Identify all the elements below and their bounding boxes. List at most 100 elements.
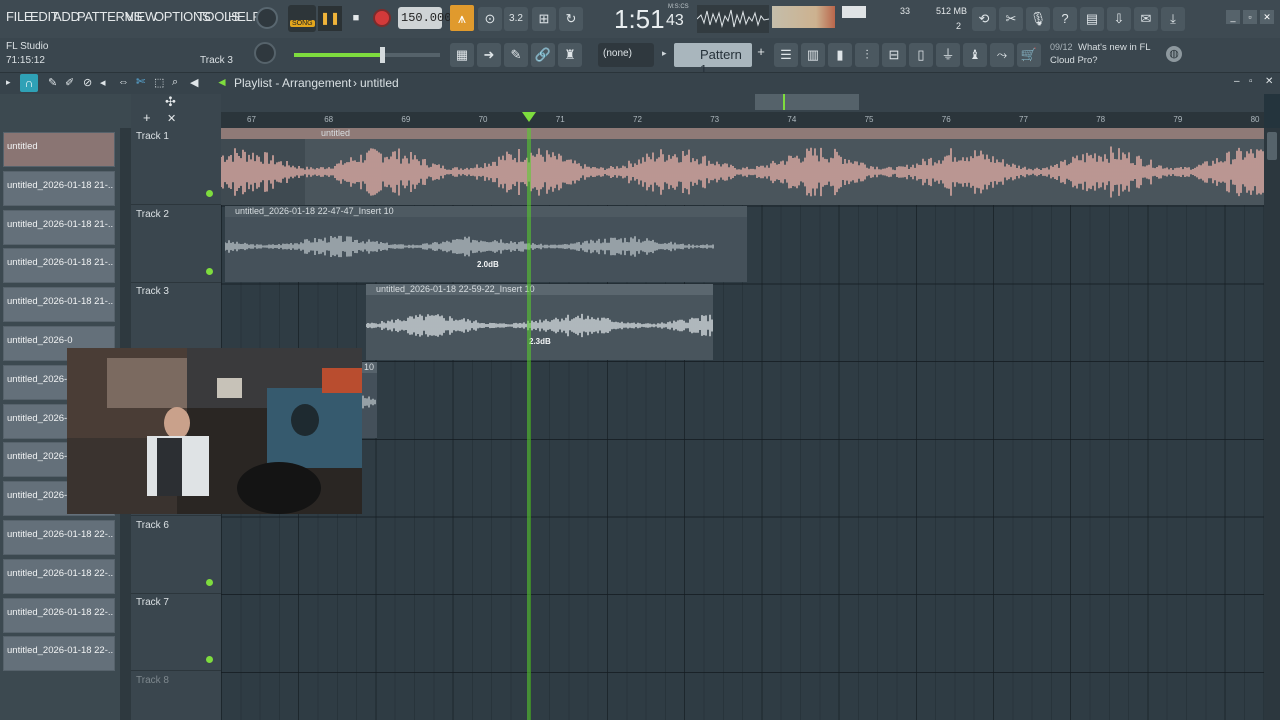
wait-input-icon[interactable]: ⊙ (478, 7, 502, 31)
audio-clip[interactable]: untitled_2026-01-18 22-59-22_Insert 10 2… (366, 284, 713, 360)
clip-browser-item[interactable]: untitled_2026-01-18 22-... (3, 636, 115, 672)
plug-icon[interactable]: ⏚ (936, 43, 960, 67)
playlist-close-button[interactable]: ✕ (1265, 76, 1273, 87)
cut-tool-icon[interactable]: ✂ (999, 7, 1023, 31)
slider-handle[interactable] (380, 47, 385, 63)
track-enable-led[interactable] (206, 656, 213, 664)
track-tools: + ✕ ✣ (131, 94, 221, 128)
magnet-snap-icon[interactable]: ∩ (20, 74, 38, 92)
stop-button[interactable]: ■ (345, 6, 367, 31)
clip-browser-item[interactable]: untitled_2026-01-18 21-... (3, 170, 115, 206)
track-enable-led[interactable] (206, 190, 213, 197)
secondary-toolbar: FL Studio 71:15:12 Track 3 ▦ ➜ ✎ 🔗 ♜ (no… (0, 38, 1280, 77)
track-enable-led[interactable] (206, 267, 213, 275)
track-header[interactable]: Track 6 (131, 517, 221, 594)
slice-tool-icon[interactable]: ✄ (136, 75, 145, 88)
track-enable-led[interactable] (206, 578, 213, 586)
track-header[interactable]: Track 1 (131, 128, 221, 205)
track-header[interactable]: Track 8 (131, 672, 221, 720)
countdown-icon[interactable]: 3.2 (504, 7, 528, 31)
minimize-button[interactable]: _ (1226, 10, 1240, 24)
metronome-button[interactable]: ⩚ (450, 5, 474, 31)
touch-controller-icon[interactable]: ♝ (963, 43, 987, 67)
playlist-minimize-button[interactable]: – (1234, 76, 1240, 87)
breadcrumb[interactable]: untitled (360, 76, 399, 90)
piano-roll-icon[interactable]: ▦ (450, 43, 474, 67)
draw-tool-icon[interactable]: ✎ (48, 76, 57, 89)
news-text-line2[interactable]: Cloud Pro? (1050, 55, 1098, 66)
pattern-prev-icon[interactable]: ▸ (662, 48, 667, 59)
clip-browser-item[interactable]: untitled (3, 132, 115, 167)
audio-clip[interactable]: untitled (221, 128, 1264, 205)
remove-track-button[interactable]: ✕ (167, 112, 176, 125)
master-pitch-slider[interactable] (294, 47, 440, 63)
clip-browser-item[interactable]: untitled_2026-01-18 22-... (3, 597, 115, 633)
song-time-display[interactable]: 1:51 43 M:S:CS (612, 4, 692, 34)
link-icon[interactable]: 🔗 (531, 43, 555, 67)
step-edit-icon[interactable]: ⊞ (532, 7, 556, 31)
loop-record-icon[interactable]: ↻ (559, 7, 583, 31)
news-text-line1[interactable]: What's new in FL (1078, 42, 1151, 53)
add-track-button[interactable]: + (143, 110, 151, 125)
piano-icon[interactable]: ▮ (828, 43, 852, 67)
playlist-icon[interactable]: ☰ (774, 43, 798, 67)
track-header[interactable]: Track 7 (131, 594, 221, 672)
channel-rack-icon[interactable]: ▥ (801, 43, 825, 67)
clip-browser-item[interactable]: untitled_2026-01-18 22-... (3, 558, 115, 594)
browser-icon[interactable]: ⊟ (882, 43, 906, 67)
slip-tool-icon[interactable]: ⇔ (118, 76, 129, 88)
clip-browser-item[interactable]: untitled_2026-01-18 21-... (3, 209, 115, 245)
playback-tool-icon[interactable]: ◀ (190, 76, 198, 89)
help-icon[interactable]: ? (1053, 7, 1077, 31)
mute-tool-icon[interactable]: ◂ (100, 76, 106, 89)
track-mode-icon[interactable]: ✣ (165, 94, 176, 110)
menu-view[interactable]: VIEW (125, 9, 157, 24)
plugin-picker-icon[interactable]: ▯ (909, 43, 933, 67)
record-button[interactable] (373, 9, 391, 27)
zoom-tool-icon[interactable]: ⌕ (172, 76, 178, 89)
chat-icon[interactable]: ✉ (1134, 7, 1158, 31)
render-icon[interactable]: ⇩ (1107, 7, 1131, 31)
playlist-maximize-button[interactable]: ▫ (1249, 76, 1253, 87)
tempo-display[interactable]: 150.000 (398, 7, 451, 29)
playlist-menu-arrow-icon[interactable]: ▸ (6, 77, 11, 88)
menu-file[interactable]: FILE (6, 9, 33, 24)
pause-button[interactable]: ❚❚ (318, 6, 342, 31)
clip-browser-item[interactable]: untitled_2026-01-18 21-... (3, 248, 115, 284)
stamp-icon[interactable]: ♜ (558, 43, 582, 67)
add-pattern-button[interactable]: + (754, 44, 768, 66)
download-icon[interactable]: ⤓ (1161, 7, 1185, 31)
playhead-marker-icon[interactable] (522, 112, 536, 122)
globe-icon[interactable]: ◍ (1166, 46, 1182, 62)
close-button[interactable]: ✕ (1260, 10, 1274, 24)
audio-clip[interactable]: untitled_2026-01-18 22-47-47_Insert 10 2… (225, 206, 747, 282)
master-volume-knob[interactable] (256, 7, 278, 29)
overview-viewport[interactable] (755, 94, 859, 110)
scroll-thumb[interactable] (1267, 132, 1277, 160)
mixer-icon[interactable]: ⫶ (855, 43, 879, 67)
select-tool-icon[interactable]: ⬚ (154, 76, 164, 89)
shop-cart-icon[interactable]: 🛒 (1017, 43, 1041, 67)
pencil-icon[interactable]: ✎ (504, 43, 528, 67)
arrow-tool-icon[interactable]: ➜ (477, 43, 501, 67)
tweak-icon[interactable]: ⤳ (990, 43, 1014, 67)
timeline-overview[interactable] (221, 94, 1264, 112)
undo-history-icon[interactable]: ⟲ (972, 7, 996, 31)
ruler-tick: 72 (633, 115, 642, 124)
delete-tool-icon[interactable]: ⊘ (83, 76, 92, 89)
restore-button[interactable]: ▫ (1243, 10, 1257, 24)
timeline-ruler[interactable]: 67 68 69 70 71 72 73 74 75 76 77 78 79 80 (221, 112, 1264, 128)
menu-add[interactable]: ADD (53, 9, 80, 24)
playlist-vertical-scrollbar[interactable] (1264, 128, 1280, 720)
microphone-icon[interactable]: 🎙 (1026, 7, 1050, 31)
clip-browser-item[interactable]: untitled_2026-01-18 22-... (3, 520, 115, 555)
save-icon[interactable]: ▤ (1080, 7, 1104, 31)
snap-select[interactable]: (none) (598, 43, 654, 67)
arrangement-grid[interactable]: untitled untitled_2026-01-18 22-47-47_In… (221, 128, 1264, 720)
song-mode-toggle[interactable]: SONG (288, 5, 316, 32)
pattern-select[interactable]: Pattern 1 (674, 43, 752, 77)
pitch-knob[interactable] (254, 42, 276, 64)
track-header[interactable]: Track 2 (131, 206, 221, 283)
clip-browser-item[interactable]: untitled_2026-01-18 21-... (3, 287, 115, 323)
paint-tool-icon[interactable]: ✐ (65, 76, 74, 89)
